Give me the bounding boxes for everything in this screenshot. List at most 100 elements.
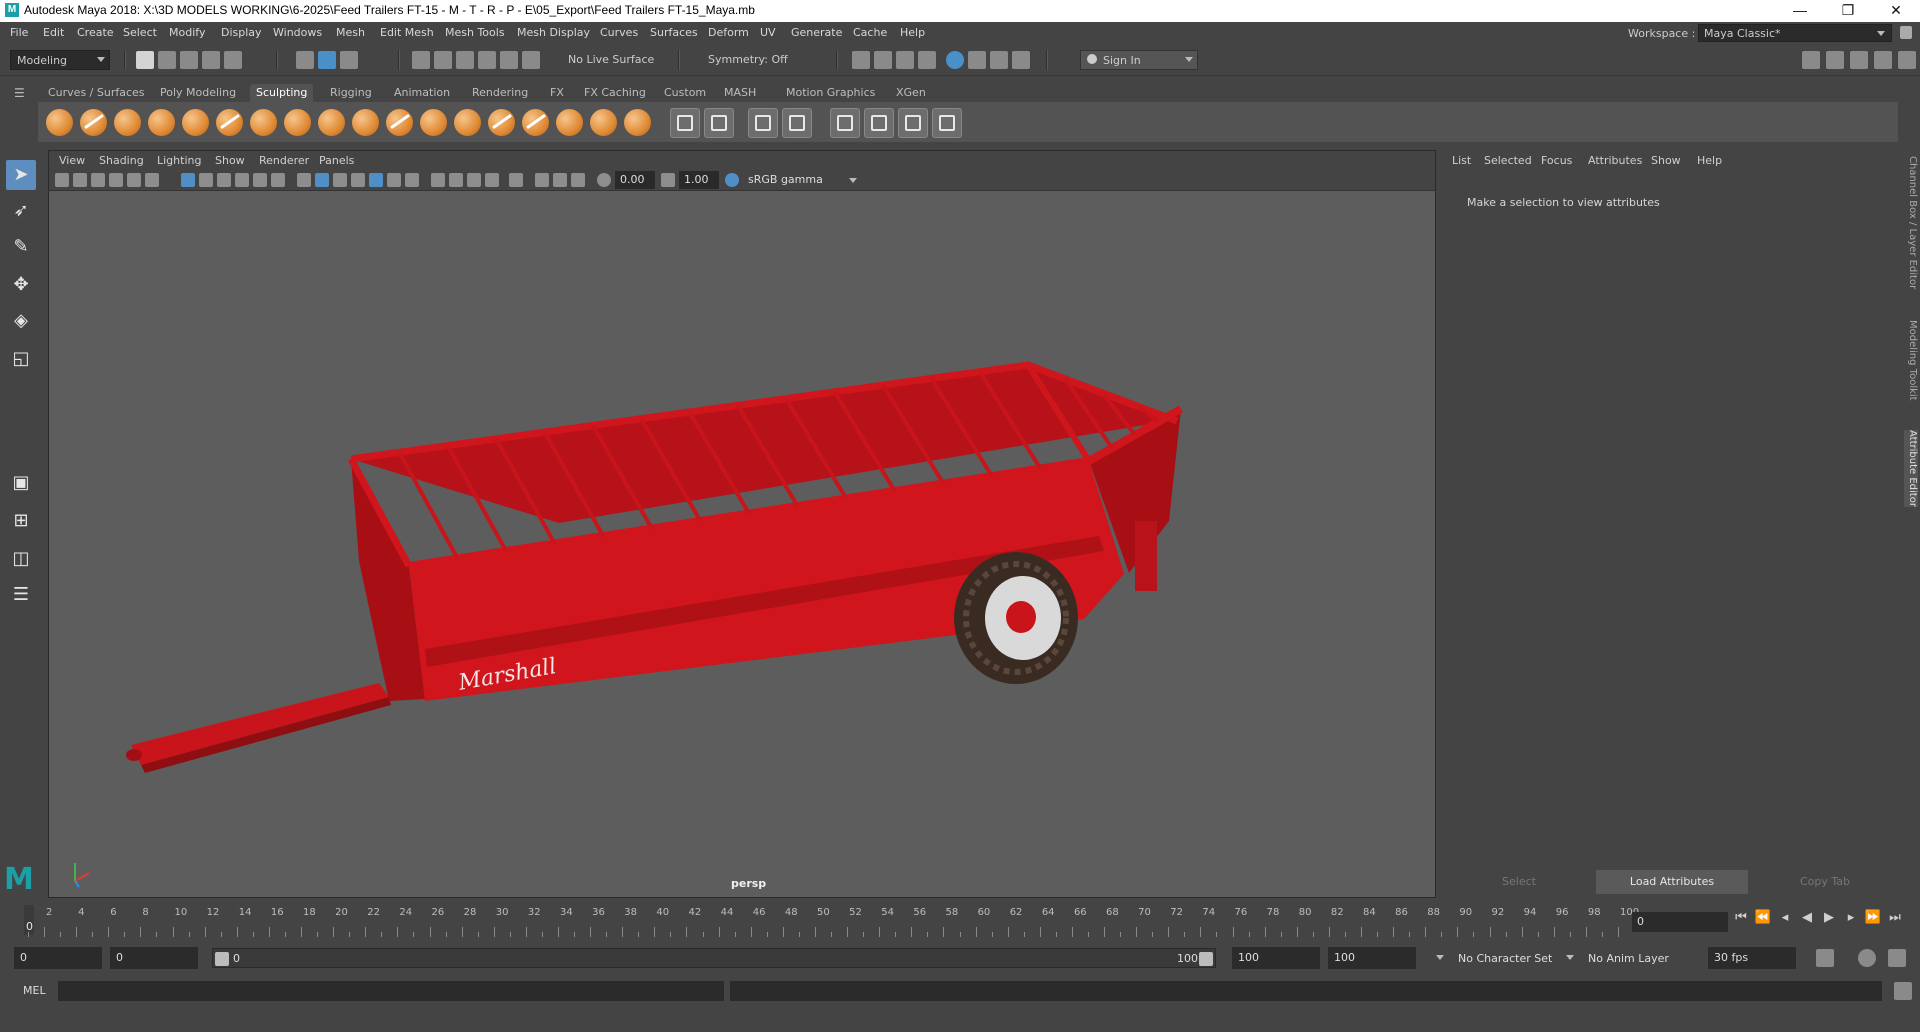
render-icon[interactable] bbox=[852, 51, 870, 69]
light-editor-icon[interactable] bbox=[990, 51, 1008, 69]
sculpt-layer-icon[interactable] bbox=[748, 108, 778, 138]
wax-tool-icon[interactable] bbox=[386, 109, 413, 136]
render-settings-icon[interactable] bbox=[896, 51, 914, 69]
menu-file[interactable]: File bbox=[10, 26, 28, 39]
channel-box-toggle-icon[interactable] bbox=[1898, 51, 1916, 69]
loop-icon[interactable] bbox=[1816, 949, 1834, 967]
modeling-toolkit-icon[interactable] bbox=[1802, 51, 1820, 69]
snap-vertex-icon[interactable] bbox=[522, 51, 540, 69]
motion-blur-icon[interactable] bbox=[449, 173, 463, 187]
tab-curves-surfaces[interactable]: Curves / Surfaces bbox=[42, 84, 151, 102]
x-ray-joints-icon[interactable] bbox=[571, 173, 585, 187]
save-scene-icon[interactable] bbox=[180, 51, 198, 69]
safe-action-icon[interactable] bbox=[271, 173, 285, 187]
step-back-key-icon[interactable]: ⏪ bbox=[1754, 910, 1772, 930]
menu-select[interactable]: Select bbox=[123, 26, 157, 39]
attr-menu-show[interactable]: Show bbox=[1651, 154, 1681, 167]
select-object-icon[interactable] bbox=[318, 51, 336, 69]
live-surface-field[interactable]: No Live Surface bbox=[562, 50, 672, 70]
grease-pencil-icon[interactable] bbox=[145, 173, 159, 187]
menu-deform[interactable]: Deform bbox=[708, 26, 749, 39]
tab-attribute-editor[interactable]: Attribute Editor bbox=[1904, 430, 1918, 507]
menu-windows[interactable]: Windows bbox=[273, 26, 322, 39]
snap-surface-icon[interactable] bbox=[500, 51, 518, 69]
hypershade-icon[interactable] bbox=[918, 51, 936, 69]
step-forward-frame-icon[interactable]: ▸ bbox=[1842, 910, 1860, 930]
load-attributes-button[interactable]: Load Attributes bbox=[1596, 870, 1748, 894]
grab-tool-icon[interactable] bbox=[148, 109, 175, 136]
sculpt-reference-icon[interactable] bbox=[782, 108, 812, 138]
menu-edit[interactable]: Edit bbox=[43, 26, 64, 39]
current-time-indicator[interactable]: 0 bbox=[24, 905, 34, 935]
tab-custom[interactable]: Custom bbox=[658, 84, 712, 102]
tab-mash[interactable]: MASH bbox=[718, 84, 762, 102]
depth-of-field-icon[interactable] bbox=[485, 173, 499, 187]
attribute-editor-toggle-icon[interactable] bbox=[1850, 51, 1868, 69]
ipr-render-icon[interactable] bbox=[874, 51, 892, 69]
snap-curve-icon[interactable] bbox=[434, 51, 452, 69]
viewport-menu-view[interactable]: View bbox=[59, 154, 85, 167]
snap-grid-icon[interactable] bbox=[412, 51, 430, 69]
freeze-tool-icon[interactable] bbox=[624, 109, 651, 136]
menu-generate[interactable]: Generate bbox=[791, 26, 842, 39]
pause-icon[interactable] bbox=[1012, 51, 1030, 69]
pinch-tool-icon[interactable] bbox=[182, 109, 209, 136]
viewport-menu-renderer[interactable]: Renderer bbox=[259, 154, 309, 167]
select-component-icon[interactable] bbox=[340, 51, 358, 69]
mask-invert-icon[interactable] bbox=[864, 108, 894, 138]
convert-to-frozen-icon[interactable] bbox=[670, 108, 700, 138]
anti-aliasing-icon[interactable] bbox=[467, 173, 481, 187]
menu-modify[interactable]: Modify bbox=[169, 26, 205, 39]
play-backward-icon[interactable]: ◀ bbox=[1798, 910, 1816, 930]
color-space-dropdown[interactable]: sRGB gamma bbox=[743, 171, 859, 189]
shadows-icon[interactable] bbox=[405, 173, 419, 187]
bulge-tool-icon[interactable] bbox=[556, 109, 583, 136]
select-tool-button[interactable]: ➤ bbox=[6, 160, 36, 190]
shelf-menu-icon[interactable]: ☰ bbox=[14, 86, 28, 100]
x-ray-active-icon[interactable] bbox=[553, 173, 567, 187]
knife-tool-icon[interactable] bbox=[488, 109, 515, 136]
tab-animation[interactable]: Animation bbox=[388, 84, 456, 102]
auto-key-icon[interactable] bbox=[1858, 949, 1876, 967]
close-button[interactable]: ✕ bbox=[1874, 0, 1918, 22]
default-material-icon[interactable] bbox=[333, 173, 347, 187]
viewport-scene[interactable]: Marshall bbox=[49, 191, 1435, 897]
menu-mesh[interactable]: Mesh bbox=[336, 26, 365, 39]
viewport-canvas[interactable]: Marshall bbox=[49, 191, 1435, 897]
tab-channel-box-layer-editor[interactable]: Channel Box / Layer Editor bbox=[1904, 156, 1918, 289]
menu-mesh-tools[interactable]: Mesh Tools bbox=[445, 26, 505, 39]
sign-in-button[interactable]: Sign In bbox=[1080, 50, 1198, 70]
rotate-tool-button[interactable]: ◈ bbox=[6, 306, 36, 336]
screen-space-ao-icon[interactable] bbox=[431, 173, 445, 187]
current-frame-field[interactable]: 0 bbox=[1632, 912, 1728, 932]
field-chart-icon[interactable] bbox=[253, 173, 267, 187]
redo-icon[interactable] bbox=[224, 51, 242, 69]
2d-pan-zoom-icon[interactable] bbox=[127, 173, 141, 187]
viewport-menu-shading[interactable]: Shading bbox=[99, 154, 144, 167]
menu-create[interactable]: Create bbox=[77, 26, 114, 39]
camera-attributes-icon[interactable] bbox=[73, 173, 87, 187]
imprint-tool-icon[interactable] bbox=[352, 109, 379, 136]
shelf-options-icon[interactable] bbox=[14, 104, 28, 140]
menu-cache[interactable]: Cache bbox=[853, 26, 887, 39]
hik-icon[interactable] bbox=[1826, 51, 1844, 69]
menu-edit-mesh[interactable]: Edit Mesh bbox=[380, 26, 434, 39]
symmetry-dropdown[interactable]: Symmetry: Off bbox=[702, 50, 812, 70]
tab-xgen[interactable]: XGen bbox=[890, 84, 932, 102]
sculpt-tool-icon[interactable] bbox=[46, 109, 73, 136]
menu-curves[interactable]: Curves bbox=[600, 26, 638, 39]
copy-tab-button[interactable]: Copy Tab bbox=[1750, 870, 1900, 894]
gate-mask-icon[interactable] bbox=[235, 173, 249, 187]
scale-tool-button[interactable]: ◱ bbox=[6, 344, 36, 374]
step-forward-key-icon[interactable]: ⏩ bbox=[1864, 910, 1882, 930]
character-set-dropdown[interactable]: No Character Set bbox=[1458, 952, 1552, 965]
select-hierarchy-icon[interactable] bbox=[296, 51, 314, 69]
spray-tool-icon[interactable] bbox=[284, 109, 311, 136]
image-plane-icon[interactable] bbox=[109, 173, 123, 187]
use-all-lights-icon[interactable] bbox=[387, 173, 401, 187]
bookmarks-icon[interactable] bbox=[91, 173, 105, 187]
smooth-shade-icon[interactable] bbox=[315, 173, 329, 187]
isolate-select-icon[interactable] bbox=[509, 173, 523, 187]
lasso-tool-button[interactable]: ➶ bbox=[6, 196, 36, 226]
two-view-layout-button[interactable]: ◫ bbox=[6, 544, 36, 574]
